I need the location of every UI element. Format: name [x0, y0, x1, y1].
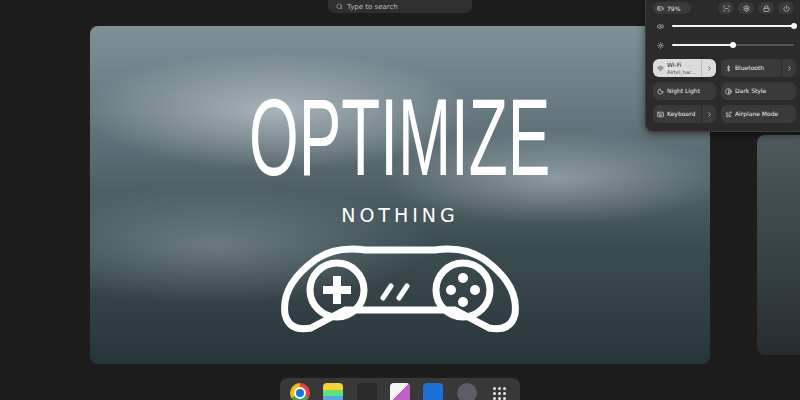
toggle-label: Keyboard	[667, 110, 695, 117]
volume-slider[interactable]	[653, 19, 794, 33]
search-field[interactable]: Type to search	[328, 0, 472, 13]
plane-icon	[725, 111, 732, 118]
chrome-icon[interactable]	[290, 383, 310, 400]
system-row: 79%	[653, 2, 794, 14]
lock-button[interactable]	[758, 2, 774, 14]
brightness-icon	[657, 42, 664, 49]
toggle-tile[interactable]: Dark Style	[721, 82, 796, 100]
chevron-right-icon	[706, 111, 713, 118]
moon-icon	[657, 88, 664, 95]
overlay-title: OPTIMIZE	[249, 82, 550, 192]
overlay-subtitle: NOTHING	[341, 204, 459, 226]
toggle-menu-button[interactable]	[701, 59, 716, 77]
battery-level: 79%	[667, 5, 680, 12]
toggle-tile[interactable]: Keyboard	[653, 105, 716, 123]
bluetooth-icon	[725, 65, 732, 72]
toggle-tile[interactable]: Bluetooth	[721, 59, 796, 77]
toggle-menu-button[interactable]	[701, 105, 716, 123]
screenshot-button[interactable]	[718, 2, 734, 14]
keyboard-icon	[657, 111, 664, 118]
gear-icon	[743, 5, 750, 12]
search-placeholder: Type to search	[347, 3, 398, 11]
dock	[280, 378, 520, 400]
slider-knob[interactable]	[791, 23, 797, 29]
slider-track[interactable]	[672, 25, 794, 27]
power-icon	[783, 5, 790, 12]
slider-track[interactable]	[672, 44, 794, 46]
terminal-icon[interactable]	[357, 383, 377, 400]
search-icon	[336, 3, 343, 10]
screenshot-icon	[723, 5, 730, 12]
workspace-thumbnail[interactable]: OPTIMIZE NOTHING	[90, 26, 710, 364]
desktop-overview: Type to searchOPTIMIZENOTHING79%Wi-FiAir…	[0, 0, 800, 400]
slider-fill	[672, 44, 733, 46]
contrast-icon	[725, 88, 732, 95]
toggle-tile[interactable]: Night Light	[653, 82, 716, 100]
toggle-tile[interactable]: Airplane Mode	[721, 105, 796, 123]
toggle-subtitle: Airtel_har…	[667, 69, 696, 75]
settings-button[interactable]	[738, 2, 754, 14]
toggle-label: Wi-Fi	[667, 61, 696, 68]
slider-fill	[672, 25, 794, 27]
store-icon[interactable]	[390, 383, 410, 400]
slider-knob[interactable]	[730, 42, 736, 48]
chevron-right-icon	[706, 65, 713, 72]
wifi-icon	[657, 65, 664, 72]
next-workspace[interactable]	[757, 135, 800, 355]
app-grid-icon[interactable]	[490, 383, 510, 400]
lock-icon	[763, 5, 770, 12]
layers-app-icon[interactable]	[323, 383, 343, 400]
toggle-grid: Wi-FiAirtel_har… Bluetooth Night Light Dark…	[653, 59, 794, 123]
power-button[interactable]	[778, 2, 794, 14]
toggle-label: Dark Style	[735, 87, 766, 94]
quick-settings-panel: 79% Wi-FiAirtel_har… Bluetooth Night Light D…	[645, 0, 800, 132]
battery-button[interactable]: 79%	[653, 2, 691, 14]
chevron-right-icon	[786, 65, 793, 72]
clock-app-icon[interactable]	[457, 383, 477, 400]
volume-icon	[657, 23, 664, 30]
blue-app-icon[interactable]	[423, 383, 443, 400]
toggle-menu-button[interactable]	[781, 59, 796, 77]
gamepad-icon	[275, 240, 525, 335]
toggle-label: Bluetooth	[735, 64, 764, 71]
toggle-label: Night Light	[667, 87, 700, 94]
toggle-tile[interactable]: Wi-FiAirtel_har…	[653, 59, 716, 77]
toggle-label: Airplane Mode	[735, 110, 778, 117]
brightness-slider[interactable]	[653, 38, 794, 52]
battery-icon	[657, 5, 664, 12]
